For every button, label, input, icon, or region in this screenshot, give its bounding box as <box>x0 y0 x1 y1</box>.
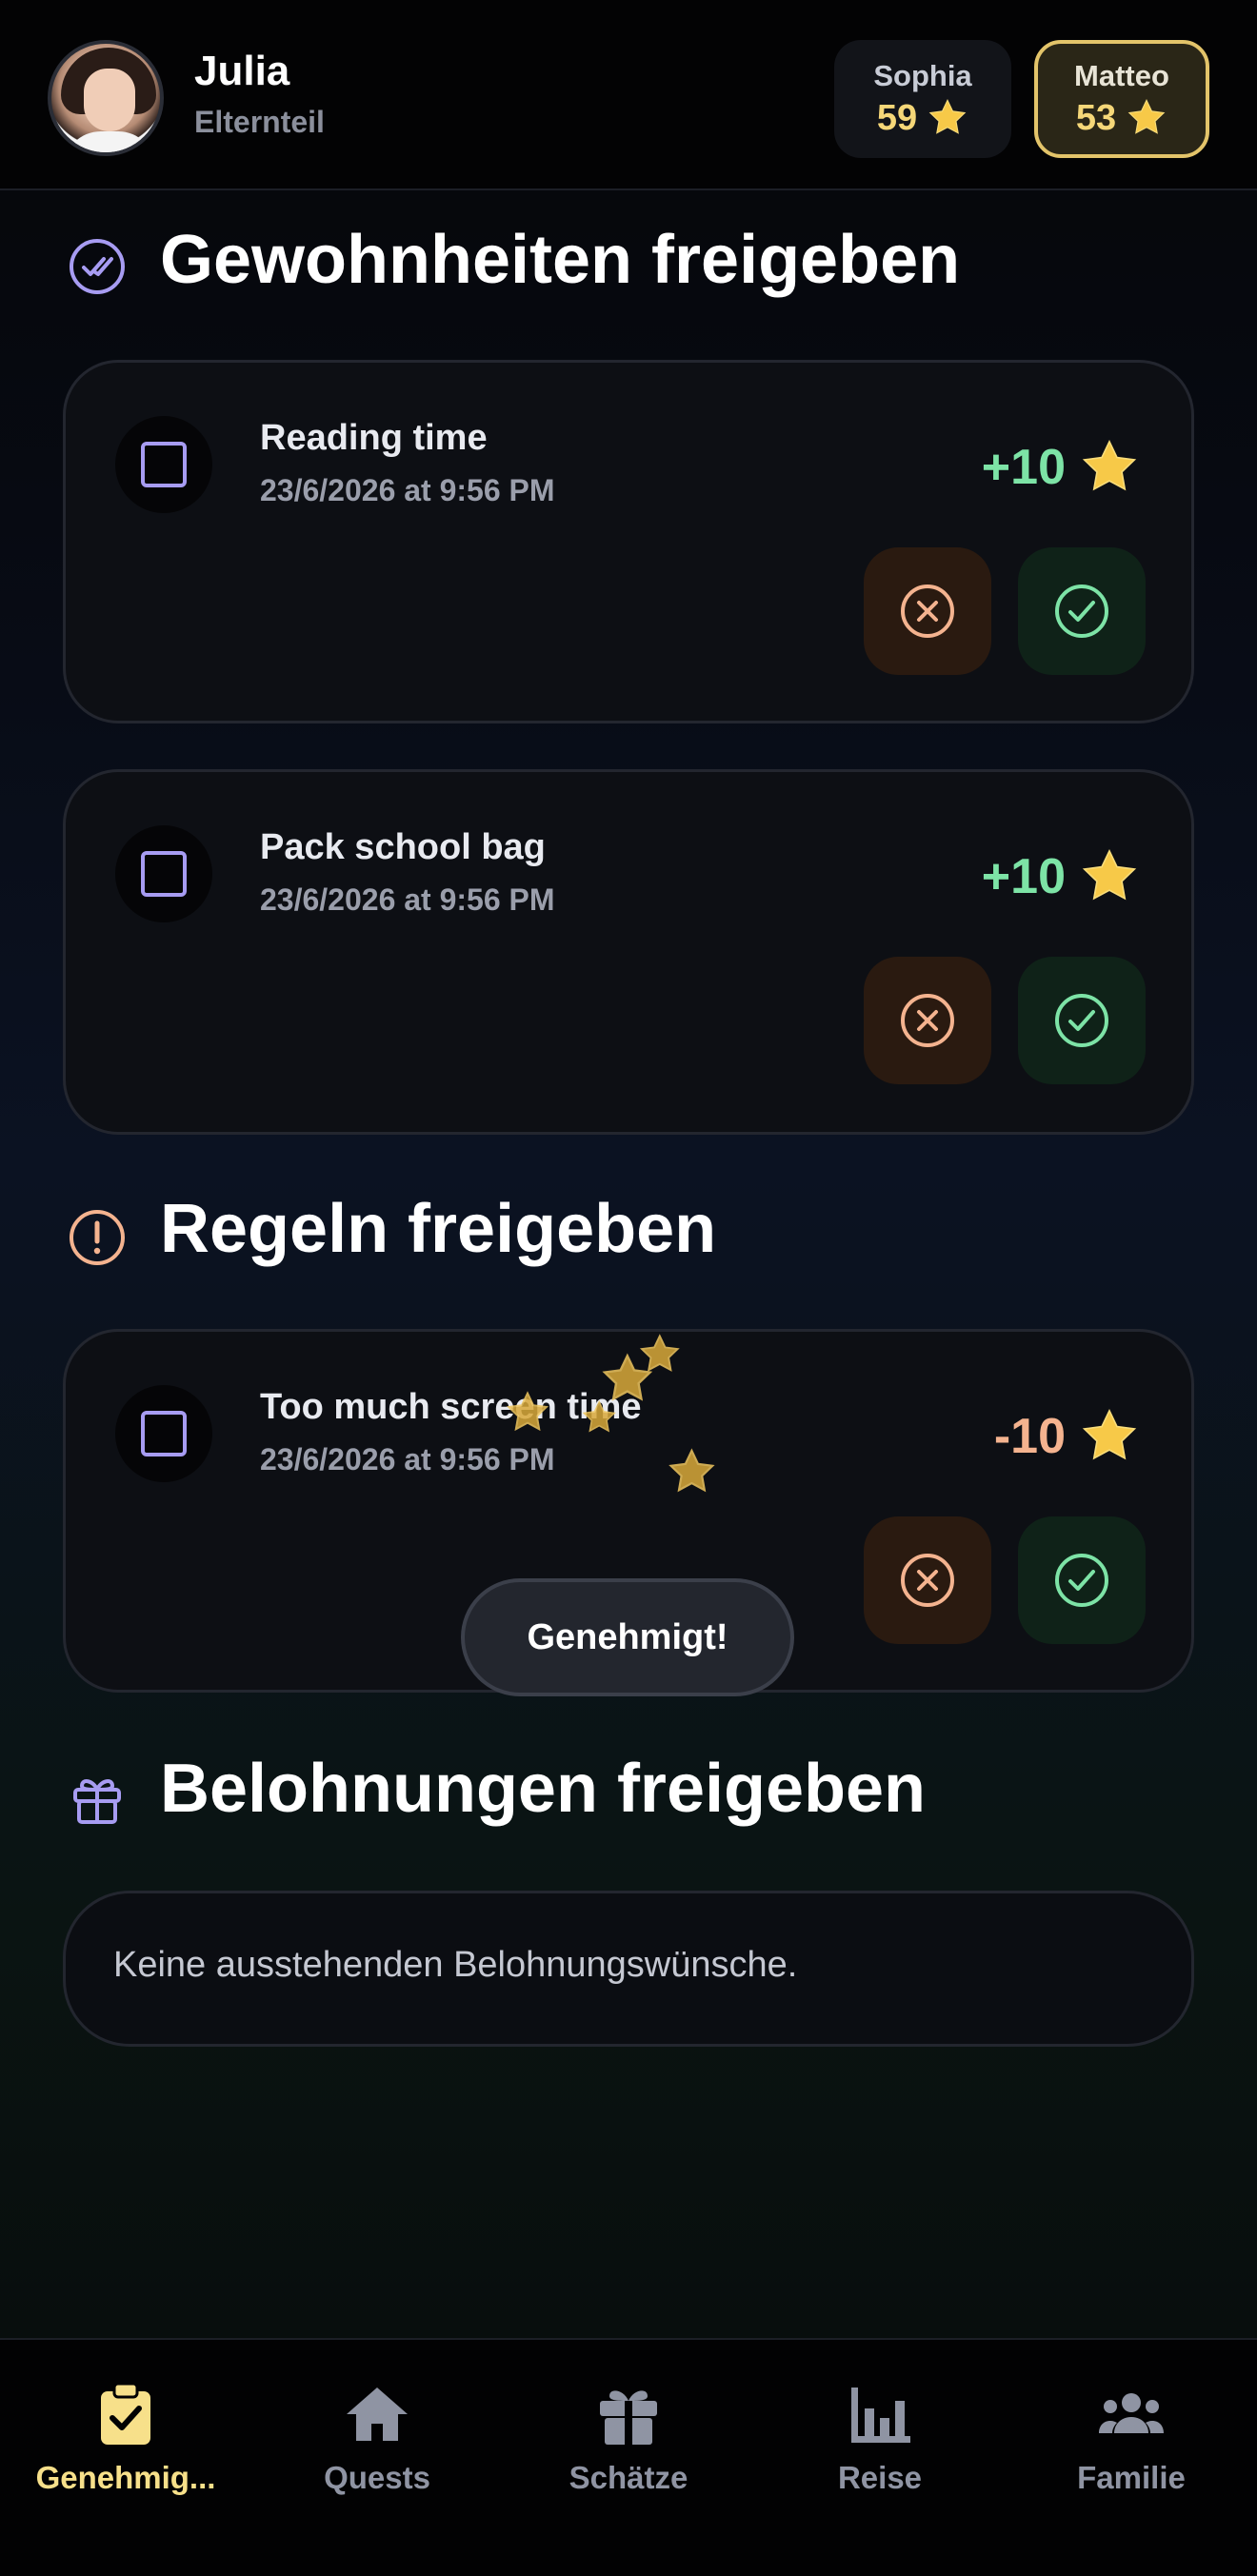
kid-name: Sophia <box>873 59 972 92</box>
card-title: Too much screen time <box>260 1387 642 1427</box>
user-name: Julia <box>194 48 290 94</box>
kid-chip-matteo[interactable]: Matteo 53 <box>1034 40 1209 158</box>
nav-label: Reise <box>837 2460 923 2495</box>
nav-family[interactable]: Familie <box>1006 2340 1257 2576</box>
close-circle-icon <box>901 585 954 638</box>
points-value: +10 <box>981 849 1066 904</box>
check-circle-icon <box>1055 585 1108 638</box>
approve-button[interactable] <box>1018 1516 1146 1644</box>
close-circle-icon <box>901 1554 954 1607</box>
star-icon <box>928 99 967 134</box>
card-date: 23/6/2026 at 9:56 PM <box>260 473 555 507</box>
header: Julia Elternteil Sophia 59 Matteo 53 <box>0 0 1257 190</box>
nav-treasures[interactable]: Schätze <box>503 2340 754 2576</box>
star-icon <box>1127 99 1166 134</box>
select-checkbox[interactable] <box>115 1385 212 1482</box>
gift-icon <box>600 2390 657 2445</box>
reject-button[interactable] <box>864 547 991 675</box>
nav-label: Familie <box>1077 2460 1186 2495</box>
select-checkbox[interactable] <box>115 825 212 922</box>
section-title-habits: Gewohnheiten freigeben <box>160 222 961 298</box>
alert-circle-icon <box>70 1210 125 1265</box>
avatar[interactable] <box>48 40 164 156</box>
points-badge: +10 <box>982 437 1140 498</box>
empty-state-card: Keine ausstehenden Belohnungswünsche. <box>63 1891 1194 2047</box>
nav-quests[interactable]: Quests <box>251 2340 503 2576</box>
empty-state-text: Keine ausstehenden Belohnungswünsche. <box>113 1945 798 1985</box>
points-badge: -10 <box>994 1406 1140 1467</box>
reject-button[interactable] <box>864 1516 991 1644</box>
kid-star-count: 53 <box>1075 97 1117 138</box>
approve-button[interactable] <box>1018 547 1146 675</box>
kid-star-count: 59 <box>876 97 918 138</box>
points-badge: +10 <box>982 846 1140 907</box>
card-date: 23/6/2026 at 9:56 PM <box>260 882 555 917</box>
card-date: 23/6/2026 at 9:56 PM <box>260 1442 555 1476</box>
approve-button[interactable] <box>1018 957 1146 1084</box>
home-icon <box>347 2388 408 2441</box>
star-icon <box>1082 439 1137 491</box>
section-title-rules: Regeln freigeben <box>160 1191 717 1267</box>
kid-name: Matteo <box>1074 59 1169 92</box>
close-circle-icon <box>901 994 954 1047</box>
reject-button[interactable] <box>864 957 991 1084</box>
clipboard-check-icon <box>101 2382 150 2445</box>
gift-icon <box>73 1779 121 1824</box>
nav-label: Quests <box>324 2460 430 2495</box>
kid-chip-sophia[interactable]: Sophia 59 <box>834 40 1011 158</box>
nav-label: Genehmig... <box>35 2460 216 2495</box>
check-circle-icon <box>1055 1554 1108 1607</box>
user-role: Elternteil <box>194 105 325 139</box>
select-checkbox[interactable] <box>115 416 212 513</box>
group-icon <box>1099 2393 1164 2433</box>
approval-card: Pack school bag 23/6/2026 at 9:56 PM +10 <box>63 769 1194 1135</box>
star-icon <box>1082 1408 1137 1460</box>
bottom-nav: Genehmig... Quests Schätze Reise Familie <box>0 2338 1257 2576</box>
star-icon <box>1082 848 1137 901</box>
points-value: +10 <box>981 440 1066 495</box>
approval-card: Reading time 23/6/2026 at 9:56 PM +10 <box>63 360 1194 723</box>
nav-label: Schätze <box>569 2460 688 2495</box>
card-title: Reading time <box>260 418 488 458</box>
app-screen: Julia Elternteil Sophia 59 Matteo 53 Gew… <box>0 0 1257 2576</box>
check-circle-icon <box>1055 994 1108 1047</box>
points-value: -10 <box>993 1409 1066 1464</box>
nav-journey[interactable]: Reise <box>754 2340 1006 2576</box>
bar-chart-icon <box>851 2388 910 2443</box>
nav-approvals[interactable]: Genehmig... <box>0 2340 251 2576</box>
toast-approved: Genehmigt! <box>461 1578 794 1696</box>
double-check-circle-icon <box>70 239 125 294</box>
card-title: Pack school bag <box>260 827 546 867</box>
section-title-rewards: Belohnungen freigeben <box>160 1751 927 1827</box>
